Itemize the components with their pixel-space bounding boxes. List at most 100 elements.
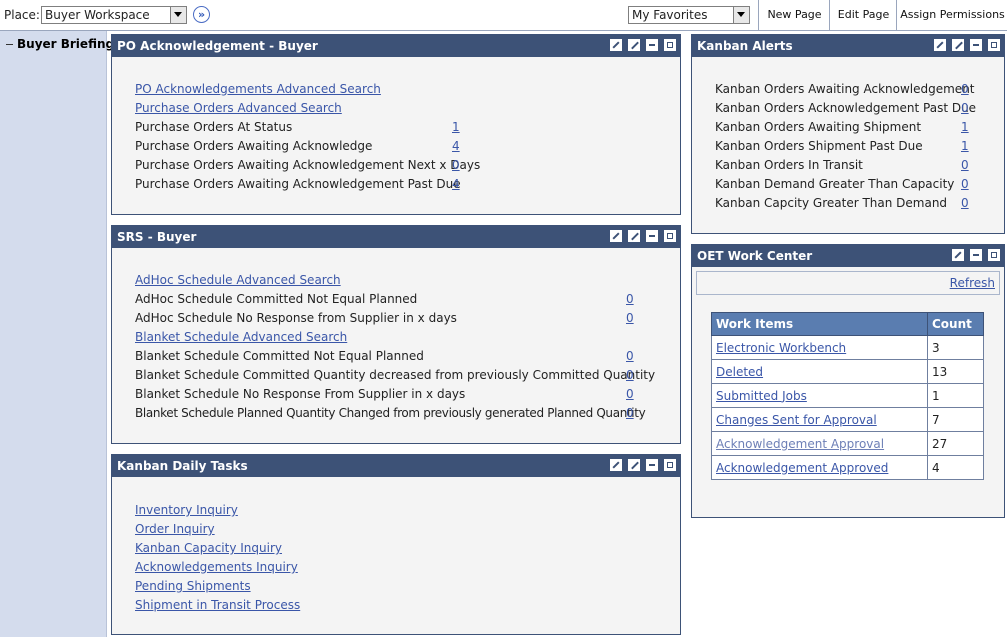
pagelet-title-text: Kanban Alerts <box>697 39 793 53</box>
srs-row-count-link[interactable]: 0 <box>626 405 634 421</box>
table-row: Acknowledgement Approved 4 <box>711 455 984 480</box>
chevron-down-icon[interactable] <box>170 7 186 23</box>
po-row-count-link[interactable]: 1 <box>452 119 460 135</box>
pagelet-title: OET Work Center <box>692 245 1004 267</box>
place-label: Place: <box>4 8 40 22</box>
assign-permissions-button[interactable]: Assign Permissions <box>896 0 1007 30</box>
srs-row-label: AdHoc Schedule Committed Not Equal Plann… <box>135 292 418 306</box>
srs-row-count-link[interactable]: 0 <box>626 348 634 364</box>
work-item-link[interactable]: Deleted <box>716 365 763 379</box>
maximize-icon[interactable] <box>664 39 676 51</box>
pagelet-title: Kanban Alerts <box>692 35 1004 57</box>
table-row: Deleted 13 <box>711 359 984 384</box>
acknowledgements-inquiry-link[interactable]: Acknowledgements Inquiry <box>135 559 298 575</box>
collapse-icon[interactable] <box>6 44 13 45</box>
edit-icon[interactable] <box>628 230 640 242</box>
maximize-icon[interactable] <box>664 230 676 242</box>
place-select[interactable]: Buyer Workspace <box>41 6 187 24</box>
po-row-label: Purchase Orders Awaiting Acknowledge <box>135 139 373 153</box>
work-items-table: Work Items Count Electronic Workbench 3 … <box>711 312 984 480</box>
srs-row-count-link[interactable]: 0 <box>626 291 634 307</box>
share-icon[interactable] <box>610 459 622 471</box>
column-header-count: Count <box>927 312 984 336</box>
pagelet-title: Kanban Daily Tasks <box>112 455 680 477</box>
maximize-icon[interactable] <box>988 39 1000 51</box>
po-row-count-link[interactable]: 4 <box>452 138 460 154</box>
chevron-down-icon[interactable] <box>733 7 749 23</box>
work-item-link[interactable]: Changes Sent for Approval <box>716 413 877 427</box>
kanban-alert-count-link[interactable]: 0 <box>961 157 969 173</box>
minimize-icon[interactable] <box>970 39 982 51</box>
pagelet-title-text: OET Work Center <box>697 249 813 263</box>
srs-row-label: Blanket Schedule Planned Quantity Change… <box>135 406 646 420</box>
pagelet-po-acknowledgement: PO Acknowledgement - Buyer PO Acknowledg… <box>111 34 681 215</box>
minimize-icon[interactable] <box>646 459 658 471</box>
po-row-label: Purchase Orders Awaiting Acknowledgement… <box>135 177 461 191</box>
kanban-alert-count-link[interactable]: 1 <box>961 138 969 154</box>
share-icon[interactable] <box>934 39 946 51</box>
refresh-bar: Refresh <box>696 271 1000 295</box>
kanban-alert-count-link[interactable]: 0 <box>961 195 969 211</box>
srs-row-label: Blanket Schedule No Response From Suppli… <box>135 387 466 401</box>
new-page-button[interactable]: New Page <box>758 0 830 30</box>
srs-row-count-link[interactable]: 0 <box>626 367 634 383</box>
kanban-alert-label: Kanban Orders Awaiting Acknowledgement <box>715 82 975 96</box>
kanban-alert-count-link[interactable]: 0 <box>961 176 969 192</box>
sidebar-item-buyer-briefing[interactable]: Buyer Briefing <box>6 37 114 51</box>
po-ack-advanced-search-link[interactable]: PO Acknowledgements Advanced Search <box>135 81 381 97</box>
minimize-icon[interactable] <box>646 230 658 242</box>
work-item-count: 7 <box>927 407 984 432</box>
kanban-alert-label: Kanban Orders Shipment Past Due <box>715 139 923 153</box>
adhoc-advanced-search-link[interactable]: AdHoc Schedule Advanced Search <box>135 272 341 288</box>
srs-row-label: Blanket Schedule Committed Quantity decr… <box>135 368 656 382</box>
kanban-alert-count-link[interactable]: 0 <box>961 100 969 116</box>
share-icon[interactable] <box>952 249 964 261</box>
work-item-count: 3 <box>927 335 984 360</box>
kanban-alert-label: Kanban Orders In Transit <box>715 158 863 172</box>
order-inquiry-link[interactable]: Order Inquiry <box>135 521 215 537</box>
kanban-alert-count-link[interactable]: 0 <box>961 81 969 97</box>
kanban-alert-count-link[interactable]: 1 <box>961 119 969 135</box>
po-row-label: Purchase Orders Awaiting Acknowledgement… <box>135 158 481 172</box>
share-icon[interactable] <box>610 39 622 51</box>
work-item-link[interactable]: Electronic Workbench <box>716 341 846 355</box>
blanket-advanced-search-link[interactable]: Blanket Schedule Advanced Search <box>135 329 347 345</box>
sidebar: Buyer Briefing <box>0 31 114 637</box>
srs-row-count-link[interactable]: 0 <box>626 310 634 326</box>
po-row-count-link[interactable]: 0 <box>452 157 460 173</box>
edit-icon[interactable] <box>628 39 640 51</box>
share-icon[interactable] <box>610 230 622 242</box>
favorites-select[interactable]: My Favorites <box>628 6 750 24</box>
pagelet-srs-buyer: SRS - Buyer AdHoc Schedule Advanced Sear… <box>111 225 681 444</box>
pagelet-title-text: Kanban Daily Tasks <box>117 459 248 473</box>
go-arrow-icon[interactable]: » <box>193 6 210 23</box>
sidebar-item-label: Buyer Briefing <box>17 37 115 51</box>
edit-icon[interactable] <box>628 459 640 471</box>
kanban-capacity-inquiry-link[interactable]: Kanban Capacity Inquiry <box>135 540 282 556</box>
minimize-icon[interactable] <box>970 249 982 261</box>
work-item-count: 13 <box>927 359 984 384</box>
work-item-link[interactable]: Submitted Jobs <box>716 389 807 403</box>
po-advanced-search-link[interactable]: Purchase Orders Advanced Search <box>135 100 342 116</box>
edit-page-button[interactable]: Edit Page <box>829 0 897 30</box>
work-item-link[interactable]: Acknowledgement Approval <box>716 437 884 451</box>
inventory-inquiry-link[interactable]: Inventory Inquiry <box>135 502 238 518</box>
edit-icon[interactable] <box>952 39 964 51</box>
kanban-alert-label: Kanban Orders Acknowledgement Past Due <box>715 101 977 115</box>
kanban-alert-label: Kanban Demand Greater Than Capacity <box>715 177 955 191</box>
po-row-count-link[interactable]: 4 <box>452 176 460 192</box>
minimize-icon[interactable] <box>646 39 658 51</box>
kanban-alert-label: Kanban Capcity Greater Than Demand <box>715 196 948 210</box>
pagelet-title-text: PO Acknowledgement - Buyer <box>117 39 318 53</box>
srs-row-label: Blanket Schedule Committed Not Equal Pla… <box>135 349 424 363</box>
maximize-icon[interactable] <box>664 459 676 471</box>
refresh-link[interactable]: Refresh <box>950 276 995 290</box>
pagelet-kanban-alerts: Kanban Alerts Kanban Orders Awaiting Ack… <box>691 34 1005 234</box>
work-item-link[interactable]: Acknowledgement Approved <box>716 461 888 475</box>
srs-row-label: AdHoc Schedule No Response from Supplier… <box>135 311 457 325</box>
srs-row-count-link[interactable]: 0 <box>626 386 634 402</box>
pagelet-oet-work-center: OET Work Center Refresh Work Items Count… <box>691 244 1005 518</box>
shipment-in-transit-link[interactable]: Shipment in Transit Process <box>135 597 300 613</box>
maximize-icon[interactable] <box>988 249 1000 261</box>
pending-shipments-link[interactable]: Pending Shipments <box>135 578 251 594</box>
